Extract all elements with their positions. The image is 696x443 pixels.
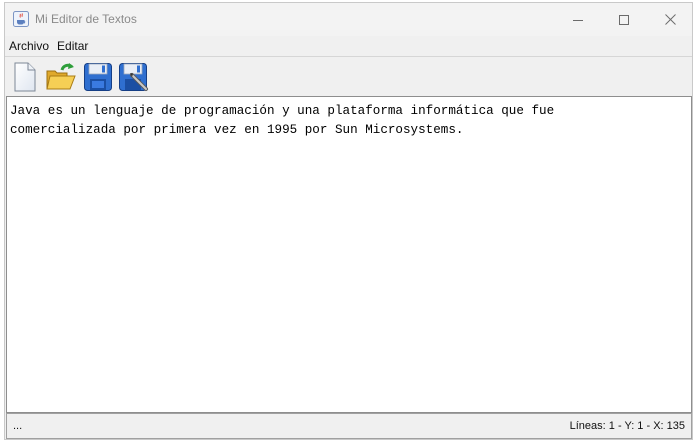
save-icon: [83, 62, 113, 92]
close-icon: [664, 14, 676, 25]
main-window: Mi Editor de Textos Archivo Editar Java …: [4, 2, 693, 440]
open-folder-icon: [45, 62, 77, 92]
java-cup-icon: [13, 11, 29, 27]
close-button[interactable]: [647, 3, 692, 36]
status-bar: ... Líneas: 1 - Y: 1 - X: 135: [6, 413, 692, 439]
menu-bar: Archivo Editar: [5, 36, 692, 56]
menu-archivo[interactable]: Archivo: [5, 36, 53, 56]
cursor-position: Líneas: 1 - Y: 1 - X: 135: [569, 420, 685, 432]
menu-editar[interactable]: Editar: [53, 36, 92, 56]
minimize-icon: [573, 15, 583, 25]
new-file-icon: [11, 62, 39, 92]
maximize-icon: [619, 14, 629, 25]
save-button[interactable]: [81, 60, 115, 94]
title-bar[interactable]: Mi Editor de Textos: [5, 3, 692, 36]
toolbar: [5, 57, 692, 95]
text-editor[interactable]: Java es un lenguaje de programación y un…: [6, 96, 692, 413]
save-as-icon: [118, 62, 150, 92]
save-as-button[interactable]: [117, 60, 151, 94]
maximize-button[interactable]: [601, 3, 647, 36]
window-title: Mi Editor de Textos: [35, 12, 137, 26]
minimize-button[interactable]: [555, 3, 601, 36]
new-file-button[interactable]: [8, 60, 42, 94]
open-file-button[interactable]: [44, 60, 78, 94]
status-message: ...: [13, 420, 23, 432]
